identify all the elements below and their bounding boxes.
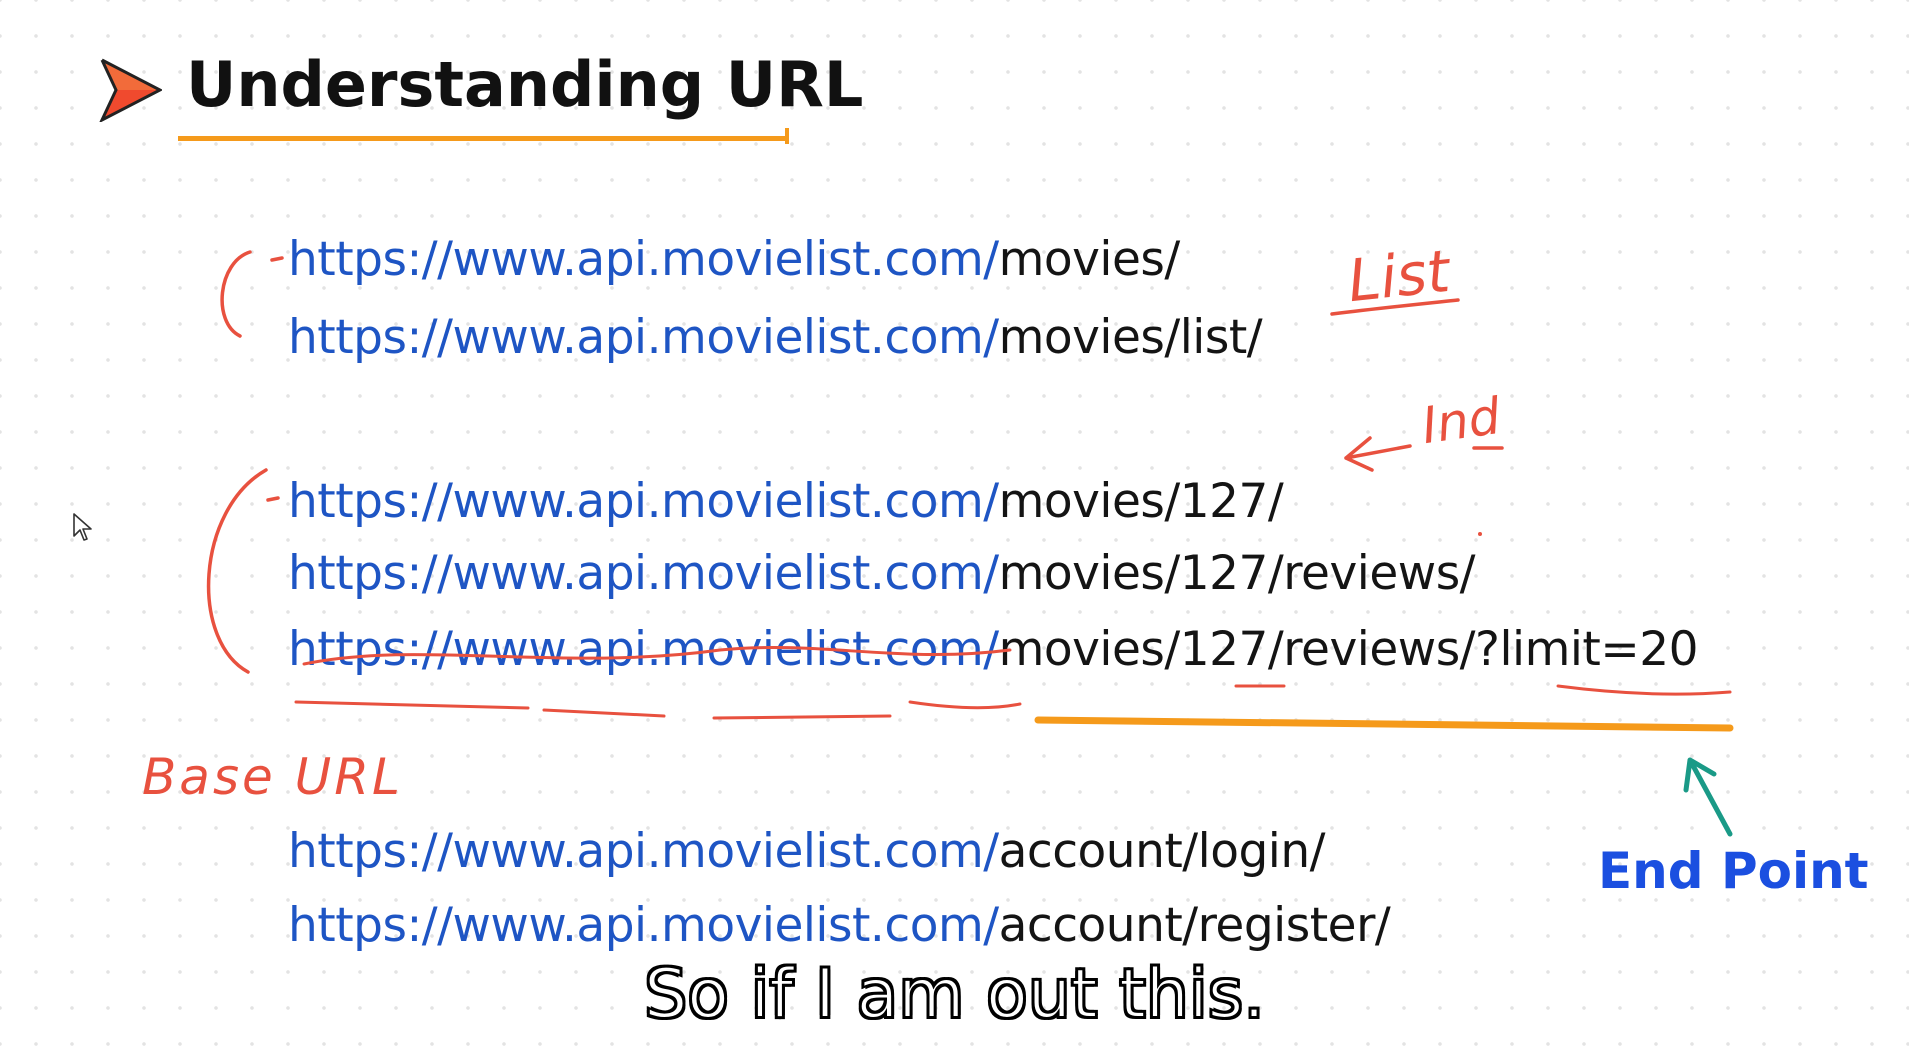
url-line-account-register: https://www.api.movielist.com/account/re… (288, 902, 1391, 949)
url-path: movies/list/ (998, 310, 1263, 365)
url-path: account/login/ (998, 824, 1326, 879)
url-line-movie-reviews-limit: https://www.api.movielist.com/movies/127… (288, 626, 1699, 673)
url-path: movies/ (998, 232, 1181, 287)
bracket-group-detail (206, 468, 268, 674)
url-line-movies-list: https://www.api.movielist.com/movies/lis… (288, 314, 1263, 361)
dash-mark (270, 256, 284, 262)
ind-arrow (1344, 436, 1412, 472)
dash-mark (266, 496, 280, 502)
url-path: movies/127/reviews/?limit=20 (998, 622, 1699, 677)
annotation-list: List (1344, 236, 1453, 316)
url-base: https://www.api.movielist.com/ (288, 232, 999, 287)
title-underline-tick (785, 128, 789, 144)
url-base: https://www.api.movielist.com/ (288, 546, 999, 601)
base-url-underline (294, 700, 530, 710)
slide-canvas: Understanding URL https://www.api.moviel… (0, 0, 1909, 1060)
url-base: https://www.api.movielist.com/ (288, 310, 999, 365)
endpoint-underline (1034, 716, 1734, 732)
url-line-movie-detail: https://www.api.movielist.com/movies/127… (288, 478, 1284, 525)
mouse-pointer-icon (73, 513, 92, 541)
endpoint-arrow-icon (1683, 757, 1733, 837)
url-base: https://www.api.movielist.com/ (288, 474, 999, 529)
url-line-movie-reviews: https://www.api.movielist.com/movies/127… (288, 550, 1476, 597)
url-line-movies: https://www.api.movielist.com/movies/ (288, 236, 1180, 283)
base-url-underline (542, 708, 666, 718)
url-base: https://www.api.movielist.com/ (288, 824, 999, 879)
title-underline (178, 136, 788, 141)
url-path: account/register/ (998, 898, 1391, 953)
end-point-label: End Point (1598, 842, 1869, 900)
url-path: movies/127/ (998, 474, 1284, 529)
bracket-group-list (220, 250, 252, 338)
annotation-base-url: Base URL (142, 748, 403, 806)
page-title: Understanding URL (186, 48, 864, 121)
dot-mark (1478, 532, 1482, 536)
base-url-underline (712, 714, 892, 720)
url-line-account-login: https://www.api.movielist.com/account/lo… (288, 828, 1325, 875)
url-path: movies/127/reviews/ (998, 546, 1476, 601)
url-base: https://www.api.movielist.com/ (288, 622, 999, 677)
video-subtitle: So if I am out this. (643, 954, 1266, 1035)
annotation-ind: Ind (1418, 386, 1504, 456)
base-url-underline (908, 700, 1022, 710)
limit-underline (1556, 684, 1732, 696)
play-arrow-icon (99, 58, 162, 122)
url-base: https://www.api.movielist.com/ (288, 898, 999, 953)
